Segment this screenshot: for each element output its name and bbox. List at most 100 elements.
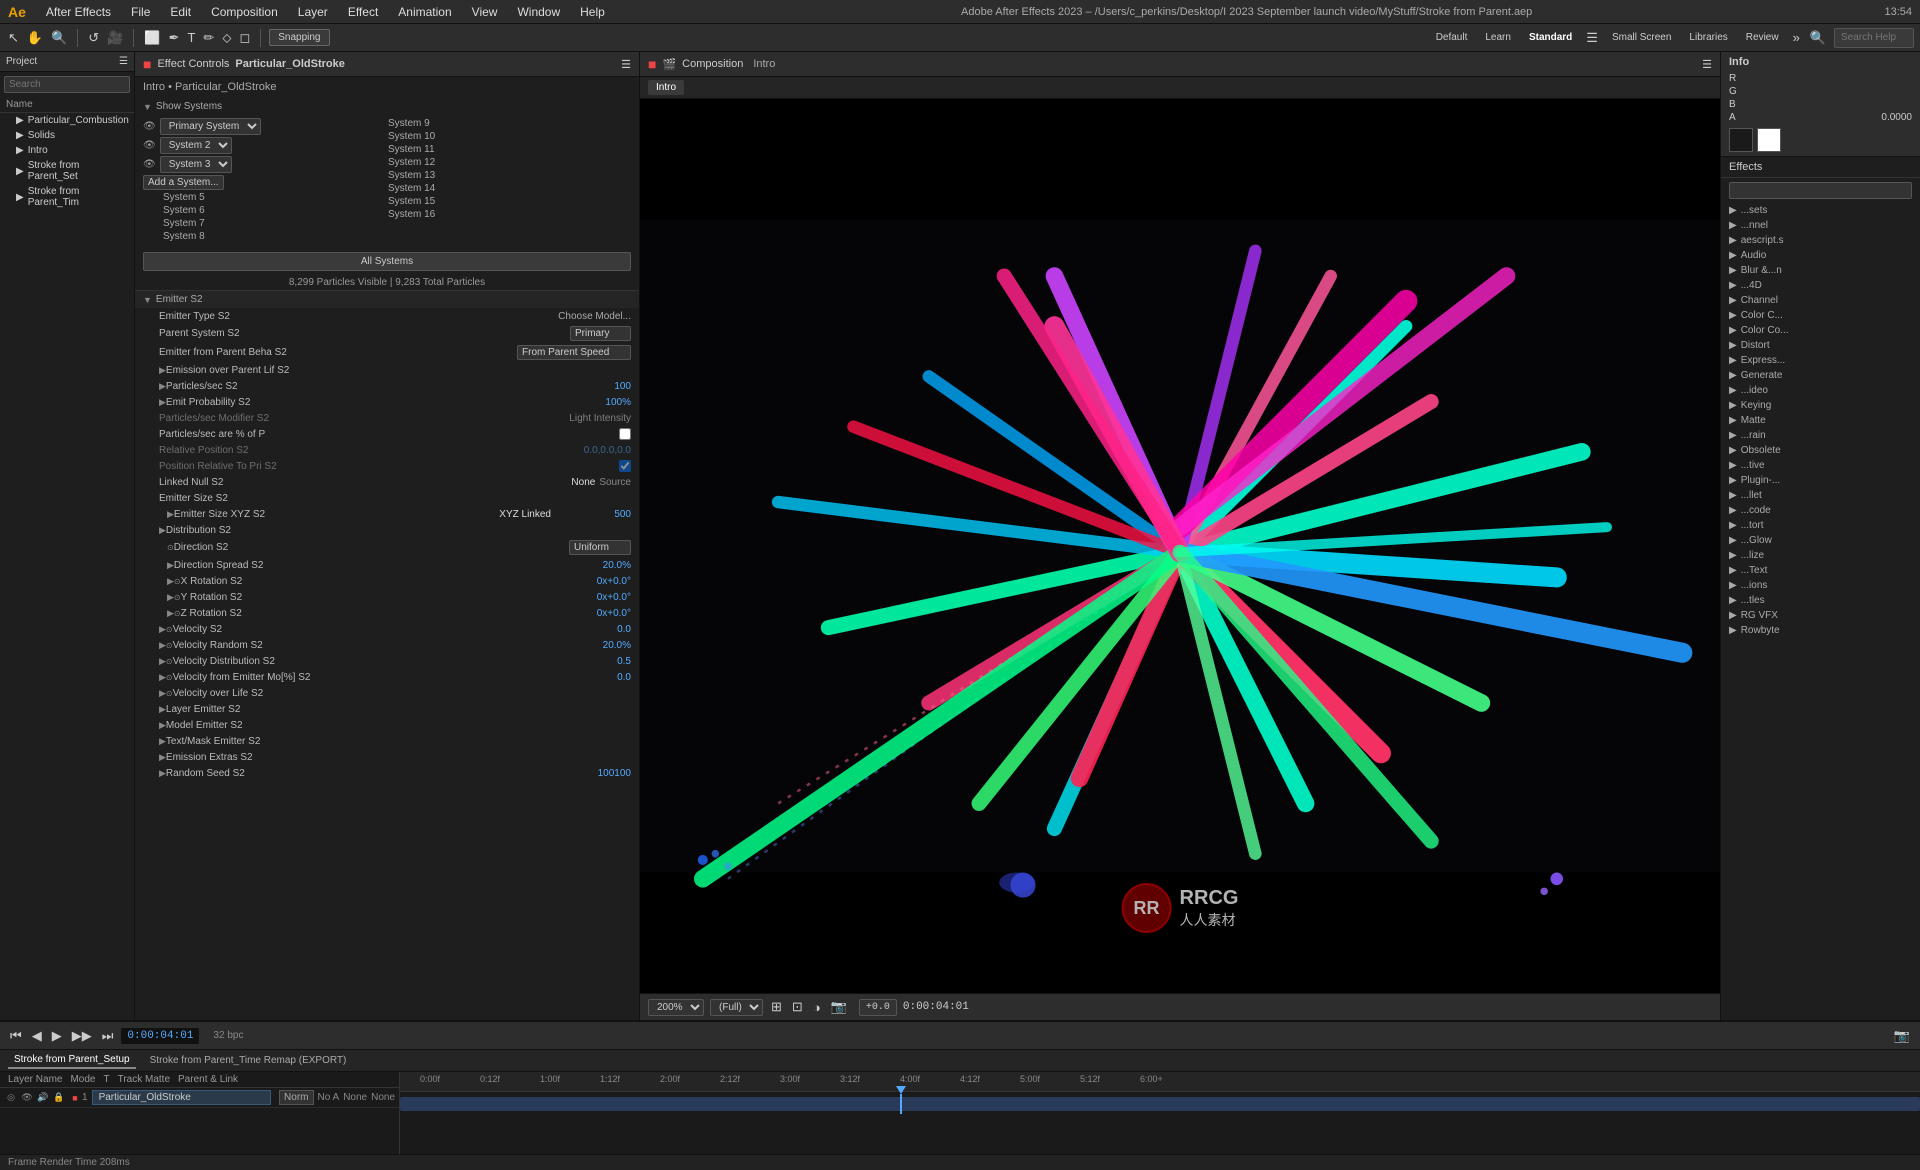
all-systems-btn[interactable]: All Systems (143, 252, 631, 271)
search-icon[interactable]: 🔍 (1808, 28, 1828, 48)
random-seed-value[interactable]: 100100 (551, 768, 631, 779)
effect-blur[interactable]: ▶ Blur &...n (1721, 263, 1920, 278)
more-workspaces[interactable]: » (1791, 28, 1802, 47)
rotate-tool[interactable]: ↺ (86, 28, 101, 48)
emitter-size-num[interactable]: 500 (551, 509, 631, 520)
menu-effect[interactable]: Effect (344, 3, 382, 21)
timeline-next-frame[interactable]: ▶▶ (70, 1026, 94, 1046)
emitter-s2-header[interactable]: ▼ Emitter S2 (135, 291, 639, 308)
effect-channel[interactable]: ▶ Channel (1721, 293, 1920, 308)
effect-keying[interactable]: ▶ Keying (1721, 398, 1920, 413)
workspace-review[interactable]: Review (1740, 30, 1785, 45)
layer-solo[interactable]: ◎ (4, 1092, 18, 1103)
timeline-first-frame[interactable]: ⏮ (8, 1026, 24, 1046)
layer-audio[interactable]: 🔊 (36, 1092, 50, 1103)
dist-collapse[interactable]: ▶ (159, 525, 166, 536)
esxyz-collapse[interactable]: ▶ (167, 509, 174, 520)
menu-file[interactable]: File (127, 3, 154, 21)
stamp-tool[interactable]: ⬦ (220, 28, 233, 48)
effect-colorco[interactable]: ▶ Color Co... (1721, 323, 1920, 338)
effect-rgvfx[interactable]: ▶ RG VFX (1721, 608, 1920, 623)
layer-name-field[interactable]: Particular_OldStroke (92, 1090, 271, 1105)
parent-system-dropdown[interactable]: Primary (570, 326, 631, 341)
effect-colorc[interactable]: ▶ Color C... (1721, 308, 1920, 323)
workspace-menu[interactable]: ☰ (1584, 28, 1600, 48)
effect-4d[interactable]: ▶ ...4D (1721, 278, 1920, 293)
layer-color[interactable]: ■ (68, 1093, 82, 1103)
zoom-tool[interactable]: 🔍 (49, 28, 69, 48)
effect-ions[interactable]: ▶ ...ions (1721, 578, 1920, 593)
xr-collapse[interactable]: ▶ (167, 576, 174, 587)
frame-offset[interactable]: +0.0 (859, 999, 897, 1016)
effect-matte[interactable]: ▶ Matte (1721, 413, 1920, 428)
menu-animation[interactable]: Animation (394, 3, 455, 21)
menu-view[interactable]: View (468, 3, 502, 21)
effect-ideo[interactable]: ▶ ...ideo (1721, 383, 1920, 398)
velocity-from-emitter-value[interactable]: 0.0 (551, 672, 631, 683)
rs-collapse[interactable]: ▶ (159, 768, 166, 779)
search-help-input[interactable] (1834, 28, 1914, 48)
ep-collapse[interactable]: ▶ (159, 397, 166, 408)
close-btn[interactable]: ■ (143, 56, 151, 72)
timeline-play[interactable]: ▶ (50, 1026, 64, 1046)
menu-help[interactable]: Help (576, 3, 609, 21)
direction-spread-value[interactable]: 20.0% (551, 560, 631, 571)
snapshot-btn[interactable]: 📷 (829, 997, 849, 1017)
workspace-standard[interactable]: Standard (1523, 30, 1578, 45)
particles-sec-value[interactable]: 100 (551, 381, 631, 392)
system-visibility-3[interactable]: 👁 (143, 159, 156, 170)
tm-collapse[interactable]: ▶ (159, 736, 166, 747)
ds-collapse[interactable]: ▶ (167, 560, 174, 571)
tl-camera-icon[interactable]: 📷 (1892, 1026, 1912, 1046)
y-rotation-value[interactable]: 0x+0.0° (551, 592, 631, 603)
effect-sets[interactable]: ▶ ...sets (1721, 203, 1920, 218)
system-visibility-1[interactable]: 👁 (143, 121, 156, 132)
velocity-random-value[interactable]: 20.0% (551, 640, 631, 651)
system3-dropdown[interactable]: System 3 (160, 156, 232, 173)
comp-tab-intro[interactable]: Intro (648, 80, 684, 95)
workspace-smallscreen[interactable]: Small Screen (1606, 30, 1677, 45)
comp-timecode[interactable]: 0:00:04:01 (903, 1001, 969, 1013)
x-rotation-value[interactable]: 0x+0.0° (551, 576, 631, 587)
effect-audio[interactable]: ▶ Audio (1721, 248, 1920, 263)
comp-viewer[interactable]: RR RRCG 人人素材 (640, 99, 1720, 993)
hand-tool[interactable]: ✋ (25, 28, 45, 48)
timeline-time-area[interactable]: 0:00f 0:12f 1:00f 1:12f 2:00f 2:12f 3:00… (400, 1072, 1920, 1154)
timeline-prev-frame[interactable]: ◀ (30, 1026, 44, 1046)
effect-text[interactable]: ▶ ...Text (1721, 563, 1920, 578)
menu-composition[interactable]: Composition (207, 3, 282, 21)
camera-tool[interactable]: 🎥 (105, 28, 125, 48)
project-search-input[interactable] (4, 76, 130, 93)
color-space[interactable]: ◑ (811, 998, 823, 1017)
effect-express[interactable]: ▶ Express... (1721, 353, 1920, 368)
primary-system-dropdown[interactable]: Primary System (160, 118, 261, 135)
workspace-default[interactable]: Default (1430, 30, 1474, 45)
effects-search-input[interactable] (1729, 182, 1912, 199)
effect-llet[interactable]: ▶ ...llet (1721, 488, 1920, 503)
menu-window[interactable]: Window (513, 3, 564, 21)
layer-visibility[interactable]: 👁 (20, 1092, 34, 1103)
effect-code[interactable]: ▶ ...code (1721, 503, 1920, 518)
yr-collapse[interactable]: ▶ (167, 592, 174, 603)
effect-tive[interactable]: ▶ ...tive (1721, 458, 1920, 473)
effect-rowbyte[interactable]: ▶ Rowbyte (1721, 623, 1920, 638)
linked-null-value[interactable]: None (515, 477, 595, 488)
timeline-timecode[interactable]: 0:00:04:01 (121, 1028, 199, 1044)
vol-collapse[interactable]: ▶ (159, 688, 166, 699)
effect-aescript[interactable]: ▶ aescript.s (1721, 233, 1920, 248)
psec-collapse[interactable]: ▶ (159, 381, 166, 392)
me-collapse[interactable]: ▶ (159, 720, 166, 731)
workspace-learn[interactable]: Learn (1479, 30, 1517, 45)
view-options[interactable]: ⊡ (790, 997, 805, 1017)
effect-nnel[interactable]: ▶ ...nnel (1721, 218, 1920, 233)
particles-pct-checkbox[interactable] (619, 428, 631, 440)
project-item-solids[interactable]: ▶ Solids (0, 128, 134, 143)
eraser-tool[interactable]: ◻ (237, 28, 252, 48)
effect-generate[interactable]: ▶ Generate (1721, 368, 1920, 383)
selection-tool[interactable]: ↖ (6, 28, 21, 48)
zr-collapse[interactable]: ▶ (167, 608, 174, 619)
effect-distort[interactable]: ▶ Distort (1721, 338, 1920, 353)
z-rotation-value[interactable]: 0x+0.0° (551, 608, 631, 619)
direction-dropdown[interactable]: Uniform (569, 540, 631, 555)
vel-collapse[interactable]: ▶ (159, 624, 166, 635)
